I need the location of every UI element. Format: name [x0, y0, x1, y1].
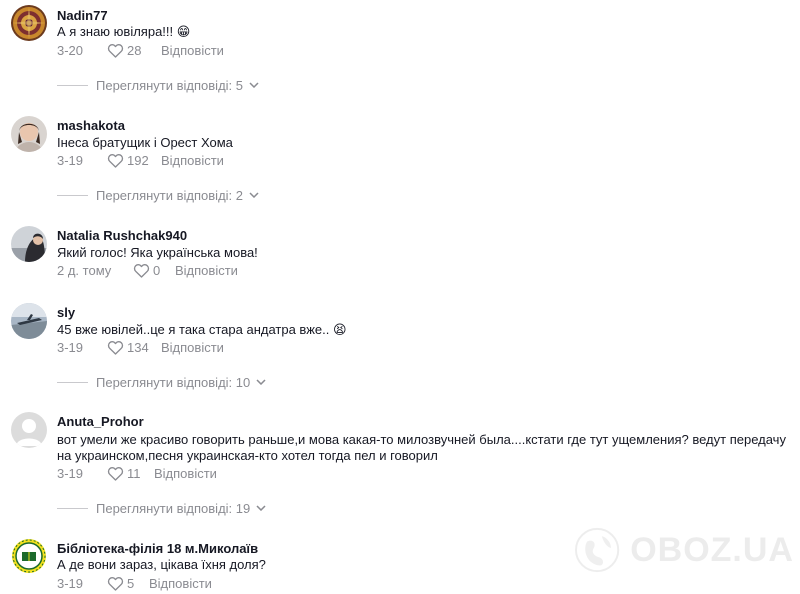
chevron-down-icon	[249, 82, 259, 88]
reply-button[interactable]: Відповісти	[149, 576, 212, 591]
reply-button[interactable]: Відповісти	[161, 153, 224, 168]
view-replies-button[interactable]: Переглянути відповіді: 19	[57, 500, 266, 516]
like-button[interactable]: 5	[107, 576, 143, 591]
like-button[interactable]: 0	[133, 263, 169, 278]
reply-button[interactable]: Відповісти	[161, 43, 224, 58]
grin-emoji-icon: 😁	[176, 24, 191, 39]
watermark: OBOZ.UA	[574, 512, 794, 588]
reply-button[interactable]: Відповісти	[154, 466, 217, 481]
username[interactable]: Anuta_Prohor	[57, 414, 144, 429]
comment-date: 2 д. тому	[57, 262, 112, 278]
comment-text: А де вони зараз, цікава їхня доля?	[57, 557, 266, 572]
divider-line	[57, 381, 88, 383]
like-count: 134	[127, 339, 149, 355]
username[interactable]: Бібліотека-філія 18 м.Миколаїв	[57, 541, 258, 556]
comment-text-body: А я знаю ювіляра!!!	[57, 24, 177, 39]
comment-meta: 3-19 5 Відповісти	[57, 575, 212, 591]
comment-meta: 3-19 134 Відповісти	[57, 339, 224, 355]
avatar[interactable]	[11, 412, 47, 448]
view-replies-button[interactable]: Переглянути відповіді: 5	[57, 77, 259, 93]
comment-date: 3-19	[57, 339, 84, 355]
chevron-down-icon	[256, 505, 266, 511]
divider-line	[57, 507, 88, 509]
like-button[interactable]: 134	[107, 340, 155, 355]
comment-text: вот умели же красиво говорить раньше,и м…	[57, 432, 786, 463]
like-button[interactable]: 11	[107, 466, 148, 481]
username[interactable]: Natalia Rushchak940	[57, 228, 187, 243]
like-button[interactable]: 192	[107, 153, 155, 168]
comment-date: 3-19	[57, 152, 84, 168]
heart-outline-icon	[107, 466, 124, 481]
heart-outline-icon	[133, 263, 150, 278]
comment-meta: 3-19 11 Відповісти	[57, 465, 217, 481]
comment-text: Який голос! Яка українська мова!	[57, 245, 258, 260]
like-count: 28	[127, 42, 142, 58]
like-count: 11	[127, 465, 141, 481]
divider-line	[57, 194, 88, 196]
avatar[interactable]	[11, 226, 47, 262]
username[interactable]: mashakota	[57, 118, 125, 133]
view-replies-label: Переглянути відповіді: 2	[96, 187, 243, 203]
view-replies-button[interactable]: Переглянути відповіді: 10	[57, 374, 266, 390]
comment-date: 3-19	[57, 575, 84, 591]
like-count: 192	[127, 152, 149, 168]
comment-text: А я знаю ювіляра!!! 😁	[57, 24, 787, 40]
avatar[interactable]	[11, 5, 47, 41]
username[interactable]: Nadin77	[57, 8, 108, 23]
globe-logo-icon	[574, 527, 620, 573]
view-replies-label: Переглянути відповіді: 19	[96, 500, 251, 516]
avatar[interactable]	[11, 538, 47, 574]
comment-meta: 3-19 192 Відповісти	[57, 152, 224, 168]
tired-face-emoji-icon: 😫	[332, 322, 347, 337]
comment-text: Інеса братущик і Орест Хома	[57, 135, 233, 150]
comment-text: 45 вже ювілей..це я така стара андатра в…	[57, 322, 787, 338]
view-replies-label: Переглянути відповіді: 10	[96, 374, 251, 390]
like-count: 5	[127, 575, 135, 591]
avatar[interactable]	[11, 303, 47, 339]
chevron-down-icon	[256, 379, 266, 385]
heart-outline-icon	[107, 340, 124, 355]
divider-line	[57, 84, 88, 86]
like-count: 0	[153, 262, 161, 278]
view-replies-button[interactable]: Переглянути відповіді: 2	[57, 187, 259, 203]
heart-outline-icon	[107, 43, 124, 58]
view-replies-label: Переглянути відповіді: 5	[96, 77, 243, 93]
reply-button[interactable]: Відповісти	[161, 340, 224, 355]
avatar[interactable]	[11, 116, 47, 152]
heart-outline-icon	[107, 576, 124, 591]
heart-outline-icon	[107, 153, 124, 168]
comment-date: 3-20	[57, 42, 84, 58]
comment-date: 3-19	[57, 465, 84, 481]
chevron-down-icon	[249, 192, 259, 198]
comment-meta: 3-20 28 Відповісти	[57, 42, 224, 58]
comment-text-body: 45 вже ювілей..це я така стара андатра в…	[57, 322, 333, 337]
username[interactable]: sly	[57, 305, 75, 320]
reply-button[interactable]: Відповісти	[175, 263, 238, 278]
like-button[interactable]: 28	[107, 43, 155, 58]
comment-meta: 2 д. тому 0 Відповісти	[57, 262, 238, 278]
